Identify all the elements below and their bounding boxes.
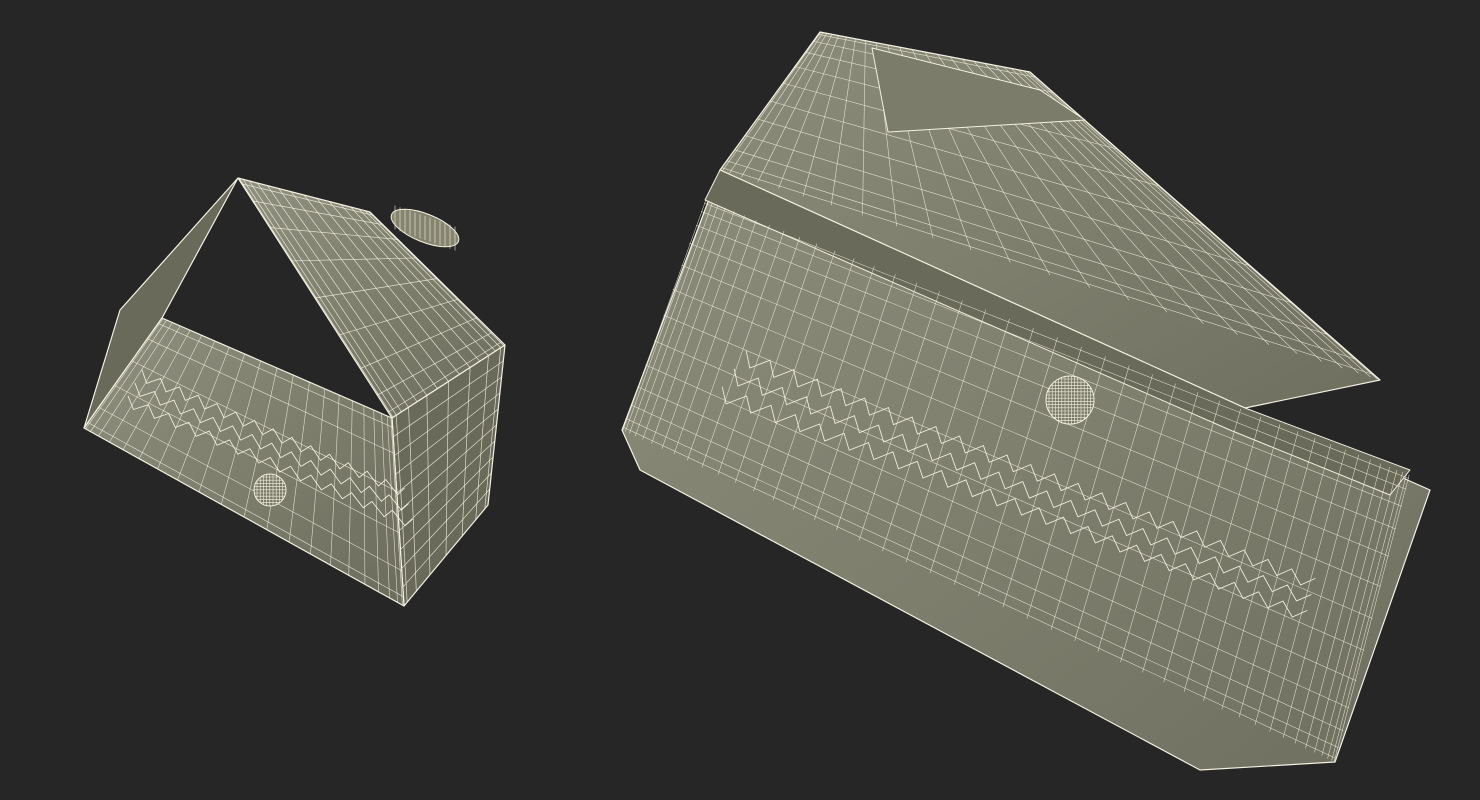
wireframe-scene xyxy=(83,31,1431,771)
large-screw-icon xyxy=(1045,375,1095,425)
render-viewport xyxy=(0,0,1480,800)
large-part-mesh xyxy=(621,31,1431,771)
large-top-inset xyxy=(871,47,1086,133)
small-part-mesh xyxy=(83,177,506,607)
small-screw-icon xyxy=(253,473,287,507)
